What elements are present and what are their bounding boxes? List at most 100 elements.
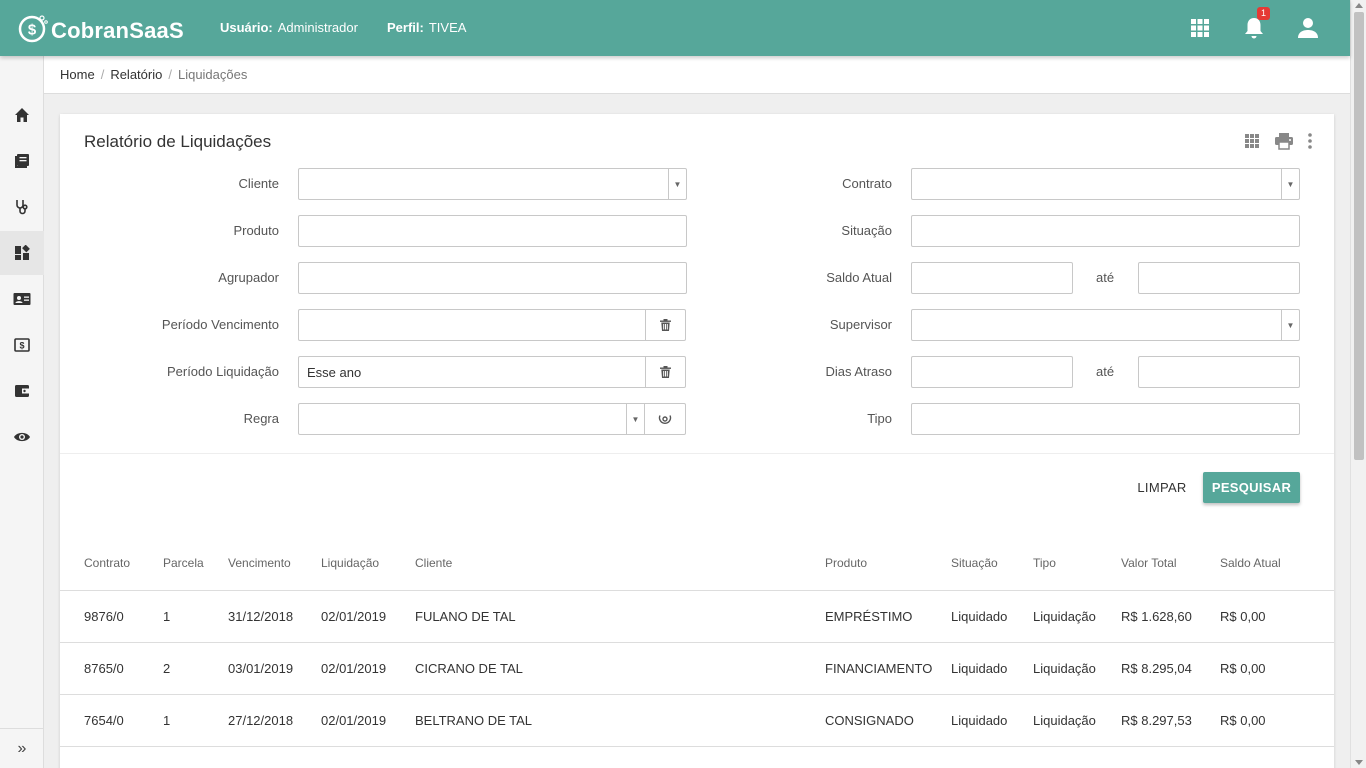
trash-icon [660,319,671,331]
sidebar-item-dashboard[interactable] [0,231,44,275]
dias-atraso-label: Dias Atraso [825,364,892,379]
tipo-input[interactable] [911,403,1300,435]
table-row[interactable]: 8765/0 2 03/01/2019 02/01/2019 CICRANO D… [60,643,1334,695]
col-valor-total[interactable]: Valor Total [1121,556,1177,570]
sidebar-item-money[interactable]: $ [0,323,44,367]
cell-situacao: Liquidado [951,713,1008,728]
sidebar: $ » [0,56,44,768]
table-row[interactable]: 9876/0 1 31/12/2018 02/01/2019 FULANO DE… [60,591,1334,643]
col-produto[interactable]: Produto [825,556,867,570]
clear-vencimento-button[interactable] [645,310,685,340]
column-grid-icon[interactable] [1244,133,1260,152]
more-vert-icon[interactable] [1308,133,1312,152]
saldo-atual-from-input[interactable] [911,262,1073,294]
sidebar-item-contacts[interactable] [0,277,44,321]
top-header: $ CobranSaaS Usuário: Administrador Perfi… [0,0,1350,56]
sidebar-expand-button[interactable]: » [0,728,44,768]
cell-liquidacao: 02/01/2019 [321,609,387,624]
breadcrumb-current: Liquidações [177,67,248,82]
col-parcela[interactable]: Parcela [163,556,204,570]
limpar-button[interactable]: LIMPAR [1132,472,1192,502]
saldo-atual-label: Saldo Atual [826,270,892,285]
cell-situacao: Liquidado [951,609,1008,624]
cell-tipo: Liquidação [1033,713,1096,728]
notifications-bell-icon[interactable]: 1 [1240,7,1270,42]
cell-valor-total: R$ 1.628,60 [1121,609,1192,624]
profile-info: Perfil: TIVEA [387,20,466,35]
breadcrumb-relatorio[interactable]: Relatório [110,67,162,82]
scroll-down-arrow-icon[interactable] [1355,760,1363,765]
contact-card-icon [13,293,31,305]
cell-saldo-atual: R$ 0,00 [1220,609,1266,624]
cell-tipo: Liquidação [1033,609,1096,624]
periodo-liquidacao-input[interactable]: Esse ano [298,356,686,388]
regra-view-button[interactable] [644,404,685,434]
cell-situacao: Liquidado [951,661,1008,676]
breadcrumb-home[interactable]: Home [60,67,95,82]
table-row[interactable]: 7654/0 1 27/12/2018 02/01/2019 BELTRANO … [60,695,1334,747]
user-value: Administrador [277,20,358,35]
supervisor-select[interactable]: ▼ [911,309,1300,341]
cell-valor-total: R$ 8.295,04 [1121,661,1192,676]
cell-liquidacao: 02/01/2019 [321,713,387,728]
table-header: Contrato Parcela Vencimento Liquidação C… [60,540,1334,591]
double-chevron-right-icon: » [17,739,27,757]
print-icon[interactable] [1274,132,1294,153]
col-cliente[interactable]: Cliente [415,556,452,570]
sidebar-item-book[interactable] [0,139,44,183]
col-situacao[interactable]: Situação [951,556,998,570]
svg-text:$: $ [19,341,24,351]
produto-label: Produto [233,223,279,238]
page-scrollbar[interactable] [1350,0,1366,768]
logo[interactable]: $ CobranSaaS [18,11,184,45]
dias-atraso-from-input[interactable] [911,356,1073,388]
col-liquidacao[interactable]: Liquidação [321,556,379,570]
agrupador-input[interactable] [298,262,687,294]
produto-input[interactable] [298,215,687,247]
contrato-select[interactable]: ▼ [911,168,1300,200]
stethoscope-icon [16,200,28,215]
user-account-icon[interactable] [1294,14,1322,42]
col-vencimento[interactable]: Vencimento [228,556,291,570]
scroll-thumb[interactable] [1354,12,1364,460]
chevron-down-icon[interactable]: ▼ [1281,169,1299,199]
col-tipo[interactable]: Tipo [1033,556,1056,570]
user-label: Usuário: [220,20,273,35]
cliente-select[interactable]: ▼ [298,168,687,200]
sidebar-item-stethoscope[interactable] [0,185,44,229]
cell-parcela: 1 [163,609,171,624]
svg-text:$: $ [28,22,37,39]
chevron-down-icon[interactable]: ▼ [1281,310,1299,340]
sidebar-item-home[interactable] [0,93,44,137]
periodo-vencimento-input[interactable] [298,309,686,341]
pesquisar-button[interactable]: PESQUISAR [1203,472,1300,503]
clear-liquidacao-button[interactable] [645,357,685,387]
situacao-input[interactable] [911,215,1300,247]
saldo-atual-to-input[interactable] [1138,262,1300,294]
breadcrumb: Home / Relatório / Liquidações [44,56,1350,94]
cell-contrato: 9876/0 [84,609,124,624]
cell-contrato: 7654/0 [84,713,124,728]
view-rule-icon [658,415,672,424]
cell-cliente: BELTRANO DE TAL [415,713,533,728]
page-title: Relatório de Liquidações [84,132,272,151]
dashboard-icon [15,245,30,260]
chevron-down-icon[interactable]: ▼ [668,169,686,199]
regra-select[interactable]: ▼ [298,403,686,435]
scroll-up-arrow-icon[interactable] [1355,3,1363,8]
cell-cliente: CICRANO DE TAL [415,661,523,676]
contrato-label: Contrato [842,176,892,191]
supervisor-label: Supervisor [829,317,892,332]
apps-grid-icon[interactable] [1186,14,1214,42]
cell-tipo: Liquidação [1033,661,1096,676]
cell-produto: CONSIGNADO [825,713,914,728]
col-saldo-atual[interactable]: Saldo Atual [1220,556,1281,570]
sidebar-item-view[interactable] [0,415,44,459]
cell-saldo-atual: R$ 0,00 [1220,713,1266,728]
cell-saldo-atual: R$ 0,00 [1220,661,1266,676]
sidebar-item-wallet[interactable] [0,369,44,413]
money-icon: $ [14,338,30,352]
col-contrato[interactable]: Contrato [84,556,130,570]
dias-atraso-to-input[interactable] [1138,356,1300,388]
chevron-down-icon[interactable]: ▼ [626,404,644,434]
